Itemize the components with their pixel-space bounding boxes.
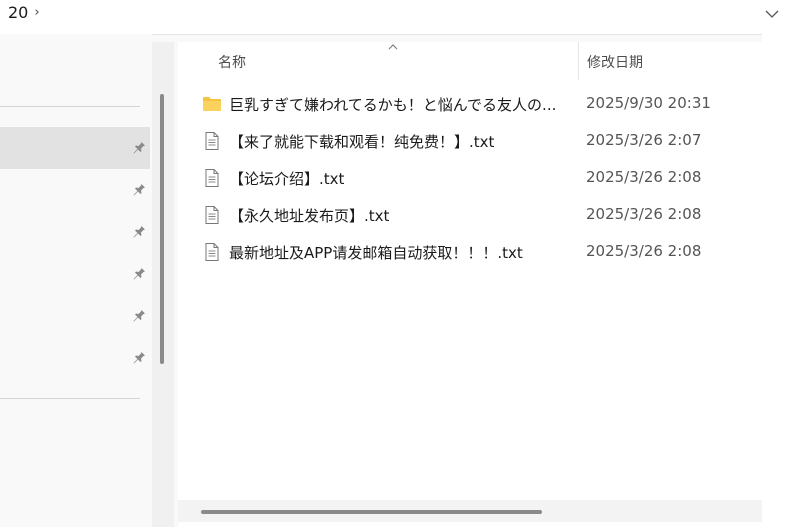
quick-access-item[interactable] xyxy=(0,337,150,379)
quick-access-item[interactable] xyxy=(0,127,150,169)
column-header-name[interactable]: 名称 xyxy=(218,52,246,72)
horizontal-scrollbar-thumb[interactable] xyxy=(201,510,542,514)
column-divider[interactable] xyxy=(578,42,579,80)
horizontal-scrollbar[interactable] xyxy=(178,500,762,522)
quick-access-item[interactable] xyxy=(0,295,150,337)
quick-access-item[interactable] xyxy=(0,211,150,253)
file-name[interactable]: 最新地址及APP请发邮箱自动获取！！！.txt xyxy=(229,242,523,263)
file-name[interactable]: 【论坛介绍】.txt xyxy=(229,168,344,189)
file-row[interactable]: 【来了就能下载和观看！纯免费！】.txt 2025/3/26 2:07 xyxy=(178,122,762,159)
quick-access-item[interactable] xyxy=(0,169,150,211)
folder-icon xyxy=(203,97,221,111)
file-row[interactable]: 【永久地址发布页】.txt 2025/3/26 2:08 xyxy=(178,196,762,233)
address-bar: 20 › xyxy=(0,0,800,35)
nav-divider xyxy=(0,106,140,107)
pin-icon[interactable] xyxy=(132,350,146,364)
file-date: 2025/3/26 2:08 xyxy=(586,168,702,186)
file-name[interactable]: 【永久地址发布页】.txt xyxy=(229,205,389,226)
file-name[interactable]: 巨乳すぎて嫌われてるかも！と悩んでる友人の... xyxy=(229,94,556,115)
column-header-date-modified[interactable]: 修改日期 xyxy=(587,52,643,72)
text-file-icon xyxy=(205,243,219,261)
pin-icon[interactable] xyxy=(132,182,146,196)
nav-scrollbar[interactable] xyxy=(152,42,174,527)
nav-scrollbar-thumb[interactable] xyxy=(160,94,164,364)
file-row[interactable]: 最新地址及APP请发邮箱自动获取！！！.txt 2025/3/26 2:08 xyxy=(178,233,762,270)
pin-icon[interactable] xyxy=(132,224,146,238)
chevron-down-icon[interactable] xyxy=(764,6,780,22)
file-date: 2025/3/26 2:08 xyxy=(586,205,702,223)
file-date: 2025/9/30 20:31 xyxy=(586,94,711,112)
file-row[interactable]: 巨乳すぎて嫌われてるかも！と悩んでる友人の... 2025/9/30 20:31 xyxy=(178,85,762,122)
breadcrumb-segment[interactable]: 20 xyxy=(8,2,28,24)
file-name[interactable]: 【来了就能下载和观看！纯免费！】.txt xyxy=(229,131,494,152)
sort-ascending-icon[interactable] xyxy=(387,41,399,51)
file-date: 2025/3/26 2:07 xyxy=(586,131,702,149)
file-list: 名称 修改日期 巨乳すぎて嫌われてるかも！と悩んでる友人の... 2025/9/… xyxy=(178,42,762,527)
nav-divider xyxy=(0,398,140,399)
text-file-icon xyxy=(205,169,219,187)
right-gutter xyxy=(762,34,800,527)
text-file-icon xyxy=(205,206,219,224)
pin-icon[interactable] xyxy=(132,266,146,280)
file-date: 2025/3/26 2:08 xyxy=(586,242,702,260)
breadcrumb-separator-icon[interactable]: › xyxy=(34,2,39,24)
pin-icon[interactable] xyxy=(132,308,146,322)
quick-access-item[interactable] xyxy=(0,253,150,295)
navigation-pane xyxy=(0,34,152,527)
pin-icon[interactable] xyxy=(132,140,146,154)
breadcrumb[interactable]: 20 › xyxy=(8,2,40,24)
file-row[interactable]: 【论坛介绍】.txt 2025/3/26 2:08 xyxy=(178,159,762,196)
text-file-icon xyxy=(205,132,219,150)
